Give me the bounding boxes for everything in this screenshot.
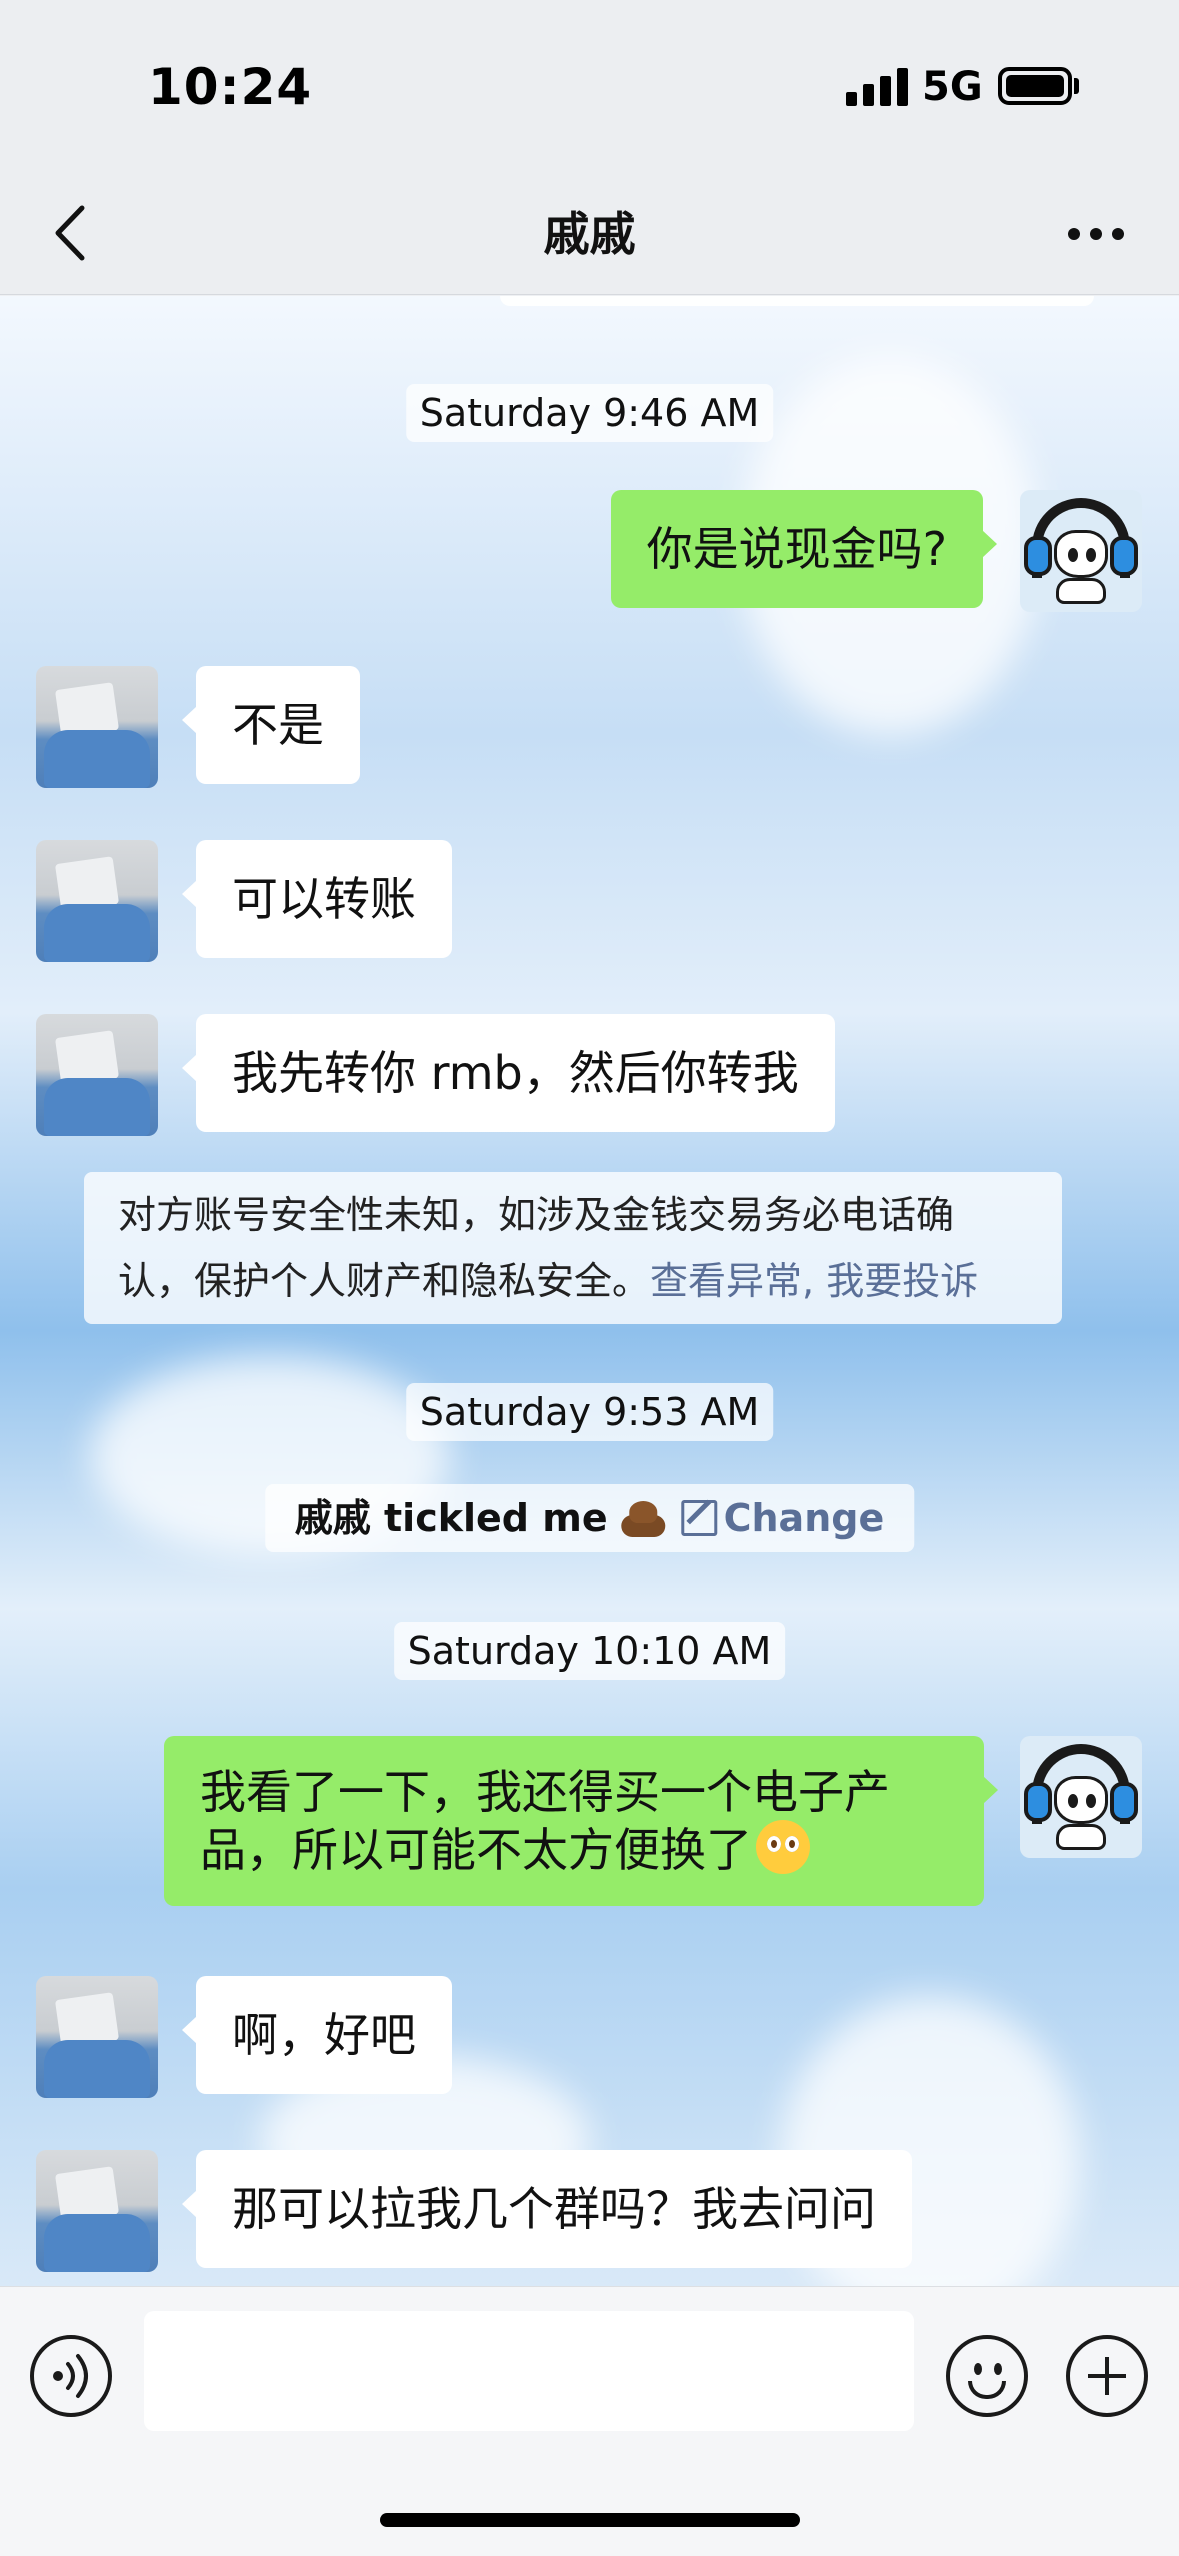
poop-emoji	[621, 1497, 666, 1537]
my-avatar[interactable]	[1020, 1736, 1142, 1858]
chat-area[interactable]: Saturday 9:46 AM 你是说现金吗? 不是 可以转账 我先转你 rm…	[0, 296, 1179, 2286]
message-bubble-sent[interactable]: 你是说现金吗?	[610, 490, 998, 608]
message-input[interactable]	[144, 2311, 914, 2431]
home-indicator[interactable]	[380, 2513, 800, 2527]
nav-bar: 戚戚	[0, 170, 1179, 295]
edit-icon	[681, 1500, 718, 1536]
voice-icon	[53, 2354, 88, 2398]
contact-avatar[interactable]	[36, 1976, 158, 2098]
timestamp: Saturday 9:46 AM	[405, 384, 774, 442]
chat-title: 戚戚	[543, 207, 636, 261]
my-avatar[interactable]	[1020, 490, 1142, 612]
change-tickle-button[interactable]: Change	[681, 1496, 885, 1540]
emoji-button[interactable]	[946, 2335, 1028, 2417]
message-bubble-received[interactable]: 啊，好吧	[182, 1976, 452, 2094]
smiley-icon	[968, 2381, 1006, 2399]
message-bubble-sent[interactable]: 我看了一下，我还得买一个电子产品，所以可能不太方便换了	[164, 1736, 998, 1906]
contact-avatar[interactable]	[36, 666, 158, 788]
security-warning: 对方账号安全性未知，如涉及金钱交易务必电话确认，保护个人财产和隐私安全。查看异常…	[84, 1172, 1062, 1324]
input-bar	[0, 2286, 1179, 2556]
more-button[interactable]	[1056, 200, 1136, 264]
pleading-face-emoji	[756, 1820, 810, 1874]
network-label: 5G	[922, 64, 983, 110]
timestamp: Saturday 9:53 AM	[405, 1383, 774, 1441]
view-anomaly-link[interactable]: 查看异常	[650, 1259, 802, 1303]
contact-avatar[interactable]	[36, 1014, 158, 1136]
add-button[interactable]	[1066, 2335, 1148, 2417]
voice-button[interactable]	[30, 2335, 112, 2417]
signal-icon	[846, 66, 910, 106]
link-separator: ,	[802, 1259, 815, 1303]
status-bar: 10:24 5G	[0, 0, 1179, 170]
status-time: 10:24	[148, 58, 313, 116]
message-bubble-received[interactable]: 不是	[182, 666, 360, 784]
contact-avatar[interactable]	[36, 840, 158, 962]
tickle-text: 戚戚 tickled me	[294, 1496, 608, 1540]
more-dots-icon	[1068, 228, 1080, 240]
tickle-notice: 戚戚 tickled me Change	[264, 1484, 915, 1552]
battery-tip	[1074, 78, 1079, 94]
message-bubble-received[interactable]: 那可以拉我几个群吗？我去问问	[182, 2150, 912, 2268]
battery-icon	[998, 67, 1072, 105]
message-bubble-received[interactable]: 我先转你 rmb，然后你转我	[182, 1014, 835, 1132]
report-link[interactable]: 我要投诉	[826, 1259, 978, 1303]
change-label: Change	[723, 1496, 885, 1540]
previous-message-edge	[500, 296, 1094, 306]
timestamp: Saturday 10:10 AM	[393, 1622, 786, 1680]
message-bubble-received[interactable]: 可以转账	[182, 840, 452, 958]
contact-avatar[interactable]	[36, 2150, 158, 2272]
